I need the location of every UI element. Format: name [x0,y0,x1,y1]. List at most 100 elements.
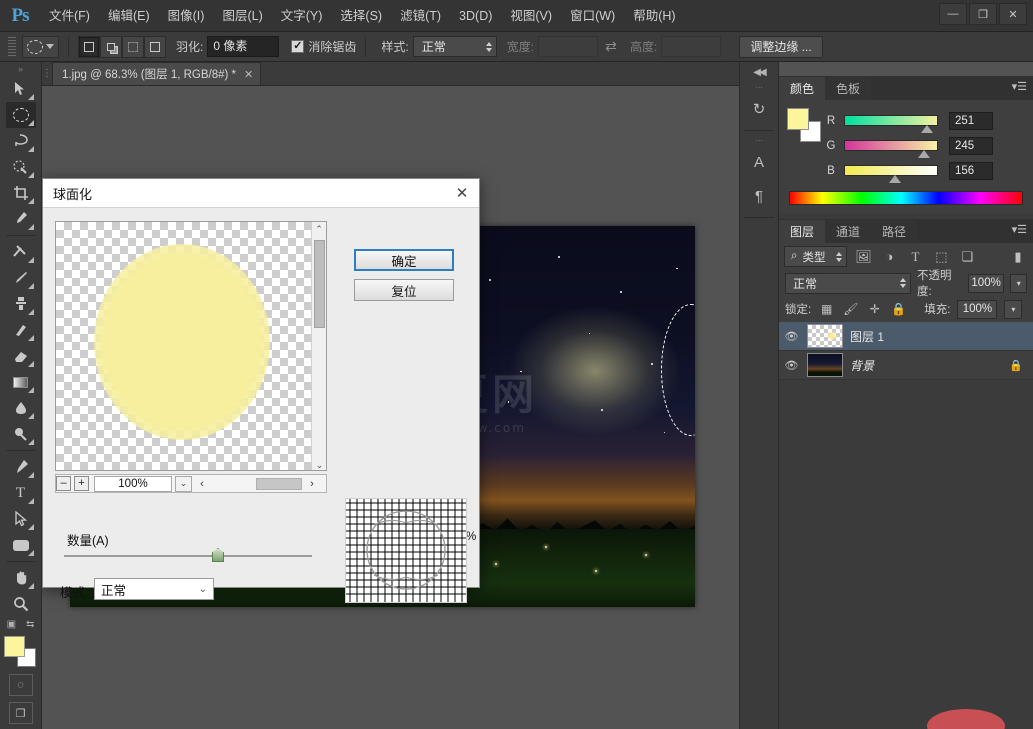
filter-type-icon[interactable]: T [905,247,925,267]
zoom-in-button[interactable]: + [74,476,89,491]
menu-type[interactable]: 文字(Y) [272,0,332,32]
layer-thumbnail[interactable] [807,353,843,377]
channel-slider-r[interactable] [844,115,938,133]
opacity-value[interactable]: 100% [967,273,1005,293]
menu-edit[interactable]: 编辑(E) [99,0,159,32]
tab-layers[interactable]: 图层 [779,220,826,243]
gradient-tool[interactable] [6,369,36,395]
menu-image[interactable]: 图像(I) [159,0,214,32]
tool-preset-picker[interactable] [22,35,59,58]
swap-dimensions-icon[interactable]: ⇄ [602,38,620,56]
menu-select[interactable]: 选择(S) [331,0,391,32]
subtract-from-selection-button[interactable] [122,35,144,58]
add-to-selection-button[interactable] [100,35,122,58]
amount-slider-knob[interactable] [212,548,224,562]
eyedropper-tool[interactable] [6,206,36,232]
scrollbar-thumb[interactable] [314,240,325,328]
filter-smart-object-icon[interactable]: ❏ [957,247,977,267]
menu-window[interactable]: 窗口(W) [561,0,624,32]
height-input[interactable] [661,36,722,57]
menu-3d[interactable]: 3D(D) [450,0,501,32]
lock-all-icon[interactable]: 🔒 [890,301,907,318]
menu-layer[interactable]: 图层(L) [213,0,271,32]
close-icon[interactable]: ✕ [244,68,253,81]
quick-selection-tool[interactable] [6,154,36,180]
layer-thumbnail[interactable] [807,324,843,348]
foreground-color-swatch[interactable] [787,108,809,130]
minimize-button[interactable]: — [939,3,967,25]
elliptical-marquee-tool[interactable] [5,102,36,128]
reset-button[interactable]: 复位 [354,279,454,301]
history-icon[interactable]: ↻ [742,92,776,126]
tab-paths[interactable]: 路径 [871,220,918,243]
blur-tool[interactable] [6,395,36,421]
tab-channels[interactable]: 通道 [825,220,872,243]
zoom-tool[interactable] [6,591,36,617]
screen-mode-button[interactable]: ❐ [8,702,33,724]
close-button[interactable]: ✕ [999,3,1027,25]
history-brush-tool[interactable] [6,317,36,343]
zoom-level-value[interactable]: 100% [94,475,172,492]
document-tab[interactable]: 1.jpg @ 68.3% (图层 1, RGB/8#) * ✕ [52,62,262,85]
channel-knob-b[interactable] [889,175,901,183]
collapse-panels-button[interactable]: ◀◀ [740,62,778,82]
filter-kind-select[interactable]: ⌕ 类型 [784,246,848,267]
default-colors-icon[interactable]: ▣ [7,619,16,630]
scroll-up-icon[interactable]: ⌃ [312,222,326,236]
new-selection-button[interactable] [78,35,100,58]
healing-brush-tool[interactable] [6,239,36,265]
opacity-dropdown-icon[interactable]: ▾ [1010,273,1027,293]
layer-visibility-icon[interactable]: 👁 [783,359,800,372]
panel-menu-icon[interactable]: ▾☰ [1012,80,1027,93]
menu-filter[interactable]: 滤镜(T) [391,0,450,32]
swap-colors-icon[interactable]: ⇆ [26,619,34,630]
preview-vertical-scrollbar[interactable]: ⌃ ⌄ [311,222,326,470]
tab-swatches[interactable]: 色板 [825,77,872,100]
style-select[interactable]: 正常 [412,36,497,57]
fill-value[interactable]: 100% [957,299,998,319]
channel-knob-r[interactable] [921,125,933,133]
channel-value-g[interactable]: 245 [949,136,993,155]
foreground-color-swatch[interactable] [3,636,25,657]
paragraph-panel-icon[interactable]: ¶ [742,179,776,213]
table-row[interactable]: 👁 图层 1 [779,322,1033,351]
crop-tool[interactable] [6,180,36,206]
hand-tool[interactable] [6,565,36,591]
brush-tool[interactable] [6,265,36,291]
canvas-area[interactable]: 顷夏网 www.sxiinw.com 球面化 [42,86,739,729]
filter-shape-icon[interactable]: ⬚ [931,247,951,267]
toolbar-grip[interactable]: » [0,62,41,76]
eraser-tool[interactable] [6,343,36,369]
tab-color[interactable]: 颜色 [779,77,826,100]
lock-image-icon[interactable]: 🖌 [842,301,859,318]
feather-input[interactable]: 0 像素 [207,36,280,57]
channel-knob-g[interactable] [918,150,930,158]
filter-pixel-icon[interactable]: 🖼 [853,247,873,267]
channel-slider-b[interactable] [844,165,938,183]
antialias-checkbox-wrap[interactable]: ✓ 消除锯齿 [291,38,356,55]
scroll-left-icon[interactable]: ‹ [195,476,209,492]
move-tool[interactable] [6,76,36,102]
dialog-title-bar[interactable]: 球面化 ✕ [43,179,479,208]
table-row[interactable]: 👁 背景 🔒 [779,351,1033,380]
color-swatches[interactable] [3,636,38,668]
width-input[interactable] [538,36,599,57]
fill-dropdown-icon[interactable]: ▾ [1004,299,1023,319]
filter-preview[interactable]: ⌃ ⌄ [55,221,327,471]
chevron-down-icon[interactable]: ⌄ [175,475,192,492]
dock-grip-1[interactable]: ⋯ [740,82,778,92]
filter-adjustment-icon[interactable]: ◑ [879,247,899,267]
spherize-dialog[interactable]: 球面化 ✕ ⌃ ⌄ – + 100% ⌄ ‹ › 数量(A) % 模式 正常 ⌄… [42,178,480,603]
pen-tool[interactable] [6,454,36,480]
scroll-right-icon[interactable]: › [305,476,319,492]
clone-stamp-tool[interactable] [6,291,36,317]
close-icon[interactable]: ✕ [451,182,473,204]
channel-slider-g[interactable] [844,140,938,158]
layer-name[interactable]: 图层 1 [850,328,1027,345]
color-panel-swatches[interactable] [787,108,821,142]
rectangle-tool[interactable] [6,532,36,558]
ok-button[interactable]: 确定 [354,249,454,271]
menu-help[interactable]: 帮助(H) [624,0,684,32]
layer-visibility-icon[interactable]: 👁 [783,330,800,343]
intersect-selection-button[interactable] [144,35,166,58]
